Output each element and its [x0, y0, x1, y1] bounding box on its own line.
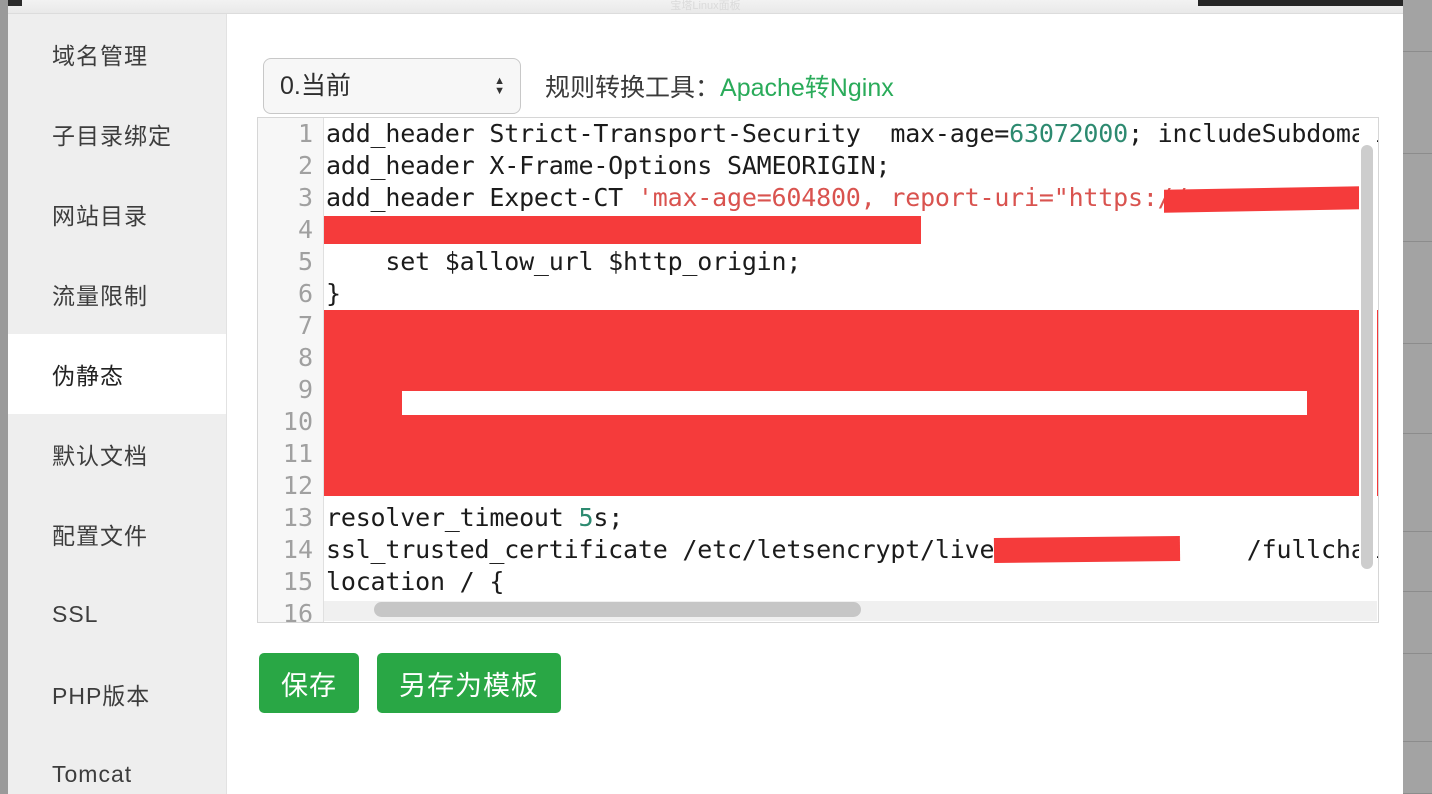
sidebar-item-label: 配置文件 — [52, 523, 148, 549]
line-number: 5 — [297, 247, 313, 276]
code-line: add_header X-Frame-Options SAMEORIGIN; — [326, 151, 891, 180]
line-number: 11 — [282, 439, 313, 468]
line-number: 1 — [297, 119, 313, 148]
window-title: 宝塔Linux面板 — [670, 0, 741, 12]
rewrite-code-editor[interactable]: 1 2 3 4 5 6 7 8 9 10 11 12 13 14 15 16 add_header Stric… — [257, 117, 1379, 623]
sidebar-item-8[interactable]: PHP版本 — [8, 654, 226, 734]
editor-action-buttons: 保存 另存为模板 — [259, 653, 561, 713]
editor-inner: 1 2 3 4 5 6 7 8 9 10 11 12 13 14 15 16 add_header Stric… — [258, 118, 1378, 622]
line-number: 9 — [297, 375, 313, 404]
rewrite-toolbar: 0.当前 ▲ ▼ 规则转换工具： Apache转Nginx — [263, 58, 894, 114]
sidebar-item-6[interactable]: 配置文件 — [8, 494, 226, 574]
code-line: set $allow_url $http_origin; — [326, 247, 802, 276]
sidebar-item-5[interactable]: 默认文档 — [8, 414, 226, 494]
line-number: 3 — [297, 183, 313, 212]
rewrite-rule-select[interactable]: 0.当前 — [263, 58, 521, 114]
sidebar-item-label: PHP版本 — [52, 683, 151, 709]
editor-vertical-scrollbar-track[interactable] — [1359, 119, 1377, 600]
settings-content-pane: 0.当前 ▲ ▼ 规则转换工具： Apache转Nginx 1 2 3 4 5 6 7 8 9 10… — [227, 14, 1403, 794]
sidebar-item-7[interactable]: SSL — [8, 574, 226, 654]
line-number: 14 — [282, 535, 313, 564]
sidebar-item-3[interactable]: 流量限制 — [8, 254, 226, 334]
rule-select-wrapper: 0.当前 ▲ ▼ — [263, 58, 521, 114]
code-line: ssl_trusted_certificate /etc/letsencrypt… — [326, 535, 1378, 564]
save-button[interactable]: 保存 — [259, 653, 359, 713]
code-line: } — [326, 279, 341, 308]
code-line: add_header Strict-Transport-Security max… — [326, 119, 1378, 148]
sidebar-item-label: SSL — [52, 600, 99, 627]
editor-vertical-scrollbar-thumb[interactable] — [1361, 145, 1373, 569]
editor-line-number-gutter: 1 2 3 4 5 6 7 8 9 10 11 12 13 14 15 16 — [258, 118, 324, 622]
line-number: 10 — [282, 407, 313, 436]
sidebar-item-label: Tomcat — [52, 760, 133, 787]
line-number: 2 — [297, 151, 313, 180]
content-bottom-spacer — [227, 784, 1403, 794]
line-number: 7 — [297, 311, 313, 340]
sidebar-item-label: 网站目录 — [52, 203, 148, 229]
browser-chrome-strip: 宝塔Linux面板 — [8, 0, 1403, 14]
sidebar-item-4[interactable]: 伪静态 — [8, 334, 226, 414]
code-line: location / { — [326, 567, 505, 596]
sidebar-item-label: 伪静态 — [52, 363, 124, 389]
line-number: 6 — [297, 279, 313, 308]
editor-horizontal-scrollbar-track[interactable] — [324, 601, 1377, 621]
apache-to-nginx-link[interactable]: Apache转Nginx — [720, 68, 894, 104]
site-settings-modal: 域名管理子目录绑定网站目录流量限制伪静态默认文档配置文件 SSL PHP版本 Tomc… — [8, 14, 1403, 794]
line-number: 4 — [297, 215, 313, 244]
line-number: 15 — [282, 567, 313, 596]
line-number: 16 — [282, 599, 313, 622]
editor-code-lines: add_header Strict-Transport-Security max… — [324, 118, 1378, 622]
line-number: 8 — [297, 343, 313, 372]
converter-label: 规则转换工具： — [545, 74, 721, 102]
sidebar-item-label: 域名管理 — [52, 43, 148, 69]
editor-code-area[interactable]: add_header Strict-Transport-Security max… — [324, 118, 1378, 622]
sidebar-item-label: 流量限制 — [52, 283, 148, 309]
code-line: add_header Expect-CT 'max-age=604800, re… — [326, 183, 1188, 212]
sidebar-item-label: 默认文档 — [52, 443, 148, 469]
save-as-template-button[interactable]: 另存为模板 — [377, 653, 561, 713]
code-line: resolver_timeout 5s; — [326, 503, 624, 532]
sidebar-item-9[interactable]: Tomcat — [8, 734, 226, 794]
sidebar-item-1[interactable]: 子目录绑定 — [8, 94, 226, 174]
sidebar-item-label: 子目录绑定 — [52, 123, 172, 149]
sidebar-item-2[interactable]: 网站目录 — [8, 174, 226, 254]
settings-sidebar: 域名管理子目录绑定网站目录流量限制伪静态默认文档配置文件 SSL PHP版本 Tomc… — [8, 14, 227, 794]
editor-horizontal-scrollbar-thumb[interactable] — [374, 602, 861, 617]
backdrop-left-strip — [0, 0, 8, 794]
line-number: 13 — [282, 503, 313, 532]
line-number: 12 — [282, 471, 313, 500]
sidebar-item-0[interactable]: 域名管理 — [8, 14, 226, 94]
code-line: ) { — [326, 215, 1378, 244]
